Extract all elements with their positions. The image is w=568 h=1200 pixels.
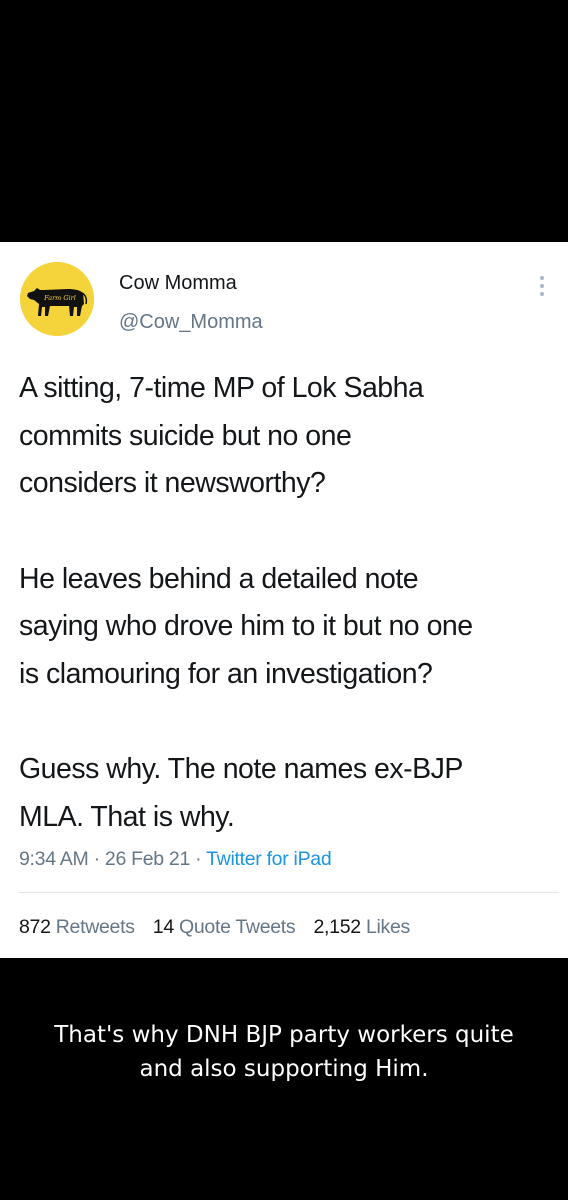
author-display-name[interactable]: Cow Momma [119,272,237,295]
avatar-logo-text: Farm Girl [43,294,76,302]
image-caption: That's why DNH BJP party workers quite a… [0,1018,568,1086]
author-handle[interactable]: @Cow_Momma [119,311,263,334]
quote-tweets-stat[interactable]: 14 Quote Tweets [153,916,296,939]
tweet-text-line: A sitting, 7-time MP of Lok Sabha [19,372,424,404]
screenshot-page: Farm Girl Cow Momma @Cow_Momma A sitting… [0,0,568,1200]
tweet-stats: 872 Retweets 14 Quote Tweets 2,152 Likes [19,916,423,939]
tweet-metadata: 9:34 AM · 26 Feb 21 · Twitter for iPad [19,848,332,871]
tweet-source-link[interactable]: Twitter for iPad [206,848,332,870]
divider [19,892,559,893]
likes-count: 2,152 [313,916,362,938]
caption-line: and also supporting Him. [139,1056,429,1082]
retweets-count: 872 [19,916,51,938]
likes-label: Likes [365,916,410,938]
tweet-text-line: Guess why. The note names ex-BJP [19,753,463,785]
tweet-text-line: considers it newsworthy? [19,467,326,499]
quote-tweets-label: Quote Tweets [179,916,296,938]
meta-separator: · [195,848,202,870]
cow-logo-icon: Farm Girl [20,262,94,336]
tweet-text-line: He leaves behind a detailed note [19,562,419,595]
quote-tweets-count: 14 [152,916,174,938]
meta-separator: · [93,848,101,870]
avatar[interactable]: Farm Girl [20,262,94,336]
likes-stat[interactable]: 2,152 Likes [313,916,411,939]
paragraph-spacer [19,698,559,746]
tweet-date[interactable]: 26 Feb 21 [105,848,190,870]
tweet-text-line: is clamouring for an investigation? [19,657,433,690]
paragraph-spacer [19,508,559,556]
retweets-stat[interactable]: 872 Retweets [19,916,135,939]
tweet-card[interactable]: Farm Girl Cow Momma @Cow_Momma A sitting… [0,242,568,958]
tweet-time[interactable]: 9:34 AM [19,848,89,870]
tweet-body: A sitting, 7-time MP of Lok Sabha commit… [19,365,559,841]
tweet-text-line: commits suicide but no one [19,419,352,452]
tweet-text-line: MLA. That is why. [19,800,235,833]
tweet-text-line: saying who drove him to it but no one [19,610,473,642]
caption-line: That's why DNH BJP party workers quite [54,1022,514,1048]
retweets-label: Retweets [55,916,135,938]
more-vertical-icon[interactable] [536,273,548,299]
